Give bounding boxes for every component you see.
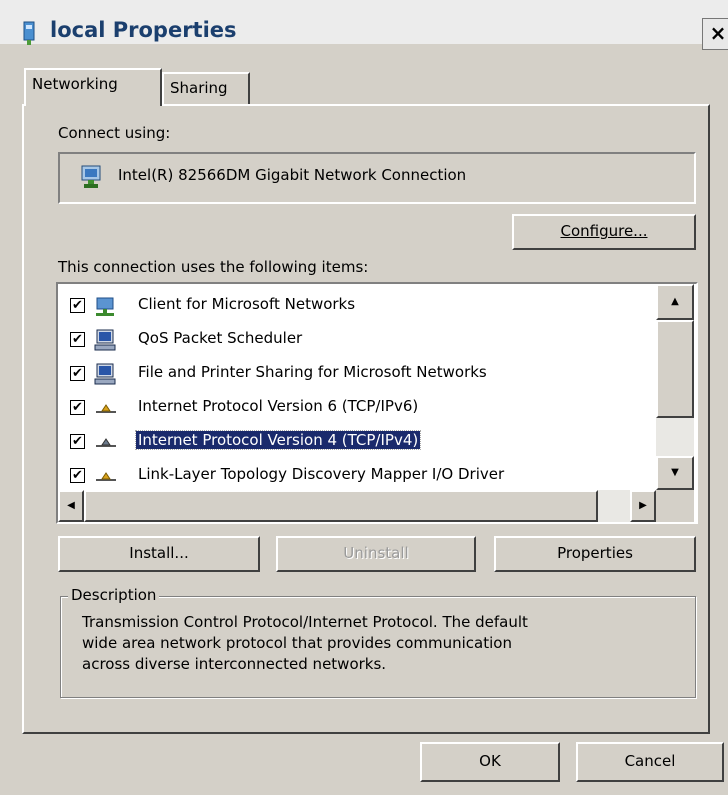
- close-button[interactable]: ×: [702, 18, 728, 50]
- properties-dialog: local Properties × Networking Sharing Co…: [0, 0, 728, 795]
- cancel-label: Cancel: [624, 752, 676, 770]
- ok-label: OK: [479, 752, 501, 770]
- cancel-button[interactable]: Cancel: [576, 742, 724, 782]
- tab-sharing[interactable]: Sharing: [162, 72, 250, 104]
- network-adapter-icon: [23, 21, 35, 45]
- tab-networking[interactable]: Networking: [24, 68, 162, 106]
- window-title: local Properties: [50, 18, 237, 42]
- title-bar[interactable]: local Properties ×: [0, 0, 728, 50]
- networking-tab-panel: [22, 104, 710, 734]
- ok-button[interactable]: OK: [420, 742, 560, 782]
